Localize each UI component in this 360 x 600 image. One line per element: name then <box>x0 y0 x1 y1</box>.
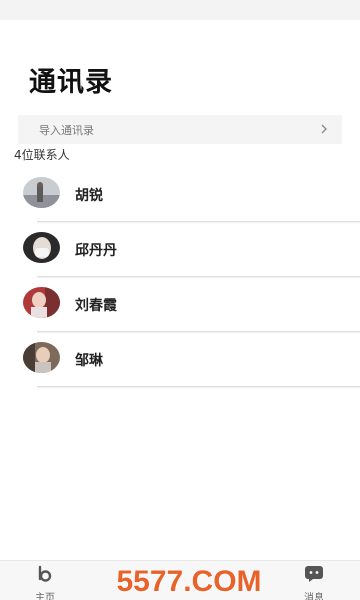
contact-name: 邹琳 <box>75 353 103 369</box>
contact-name: 邱丹丹 <box>75 243 117 259</box>
avatar <box>23 232 60 263</box>
contact-list: 胡锐 邱丹丹 刘春霞 邹琳 <box>0 167 360 387</box>
watermark-logo: 5577.COM <box>116 564 263 599</box>
message-icon <box>305 566 323 582</box>
avatar <box>23 342 60 373</box>
contact-row[interactable]: 胡锐 <box>0 167 360 222</box>
nav-messages[interactable]: 消息 <box>289 565 339 600</box>
import-contacts-row[interactable]: 导入通讯录 <box>18 115 342 144</box>
contact-row[interactable]: 邹琳 <box>0 332 360 387</box>
contact-row[interactable]: 刘春霞 <box>0 277 360 332</box>
row-divider <box>37 386 360 387</box>
status-bar <box>0 0 360 20</box>
contact-count: 4位联系人 <box>14 148 70 162</box>
contact-name: 胡锐 <box>75 188 103 204</box>
avatar <box>23 177 60 208</box>
nav-messages-label: 消息 <box>304 593 324 600</box>
contact-row[interactable]: 邱丹丹 <box>0 222 360 277</box>
import-contacts-label: 导入通讯录 <box>39 124 94 137</box>
avatar <box>23 287 60 318</box>
page-title: 通讯录 <box>29 67 113 98</box>
nav-home-label: 主页 <box>35 593 55 600</box>
home-icon <box>38 565 52 582</box>
nav-home[interactable]: 主页 <box>20 565 70 600</box>
contact-name: 刘春霞 <box>75 298 117 314</box>
chevron-right-icon <box>321 124 327 134</box>
svg-text:5577.COM: 5577.COM <box>116 565 261 598</box>
